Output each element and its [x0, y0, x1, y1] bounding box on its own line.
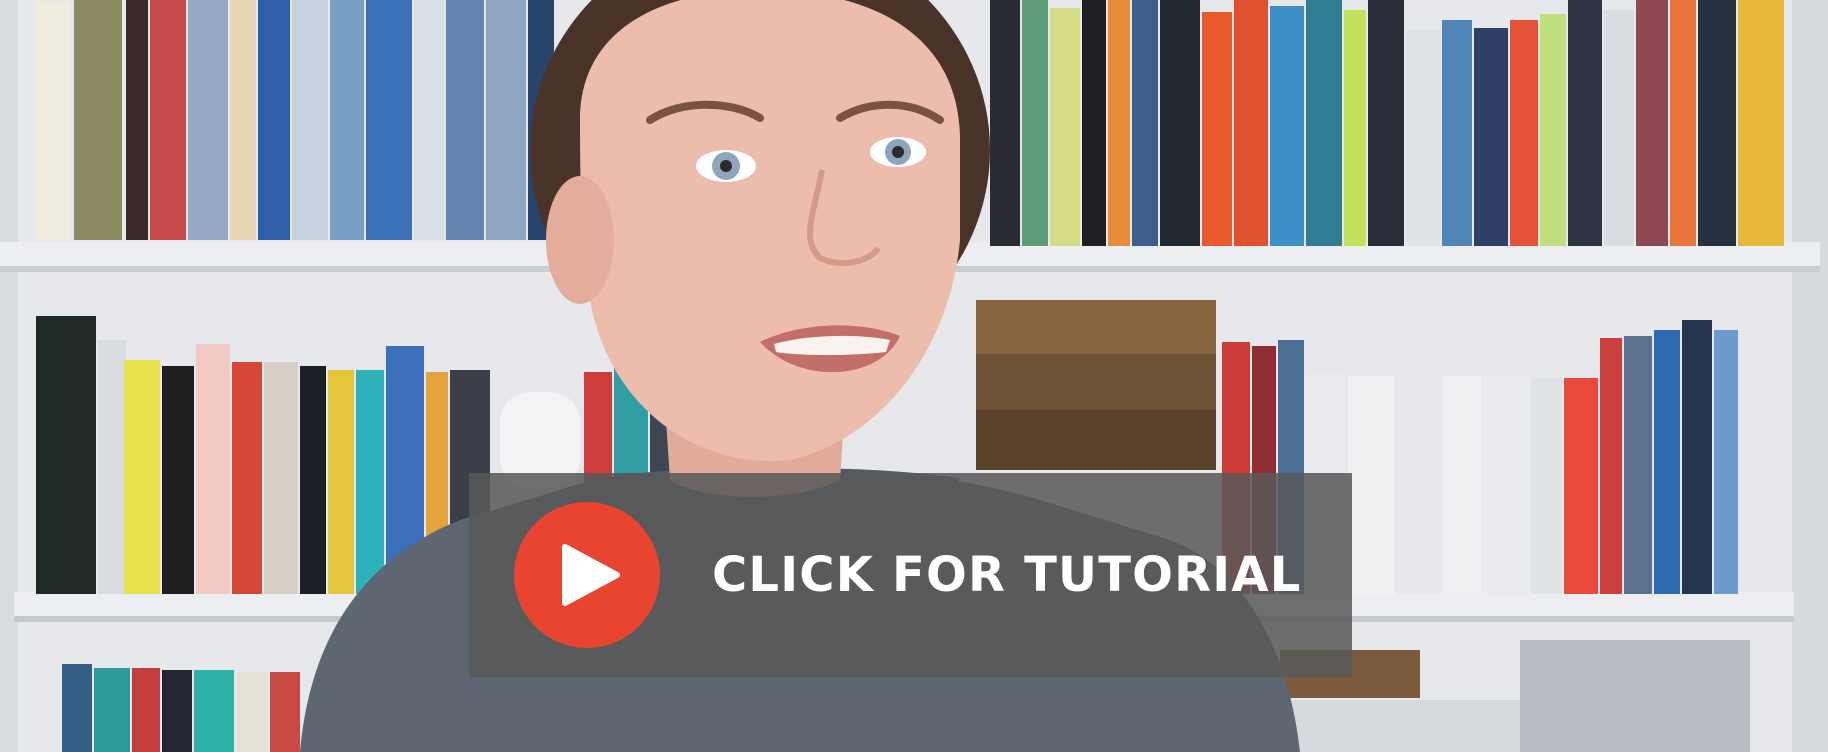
bookshelf-top-right: [990, 0, 1784, 246]
tutorial-banner[interactable]: CLICK FOR TUTORIAL: [469, 473, 1352, 677]
play-icon: [562, 544, 620, 606]
video-thumbnail[interactable]: CLICK FOR TUTORIAL: [0, 0, 1828, 752]
tutorial-cta-label[interactable]: CLICK FOR TUTORIAL: [712, 547, 1302, 603]
bookshelf-top-left: [36, 0, 554, 240]
play-button[interactable]: [514, 502, 660, 648]
